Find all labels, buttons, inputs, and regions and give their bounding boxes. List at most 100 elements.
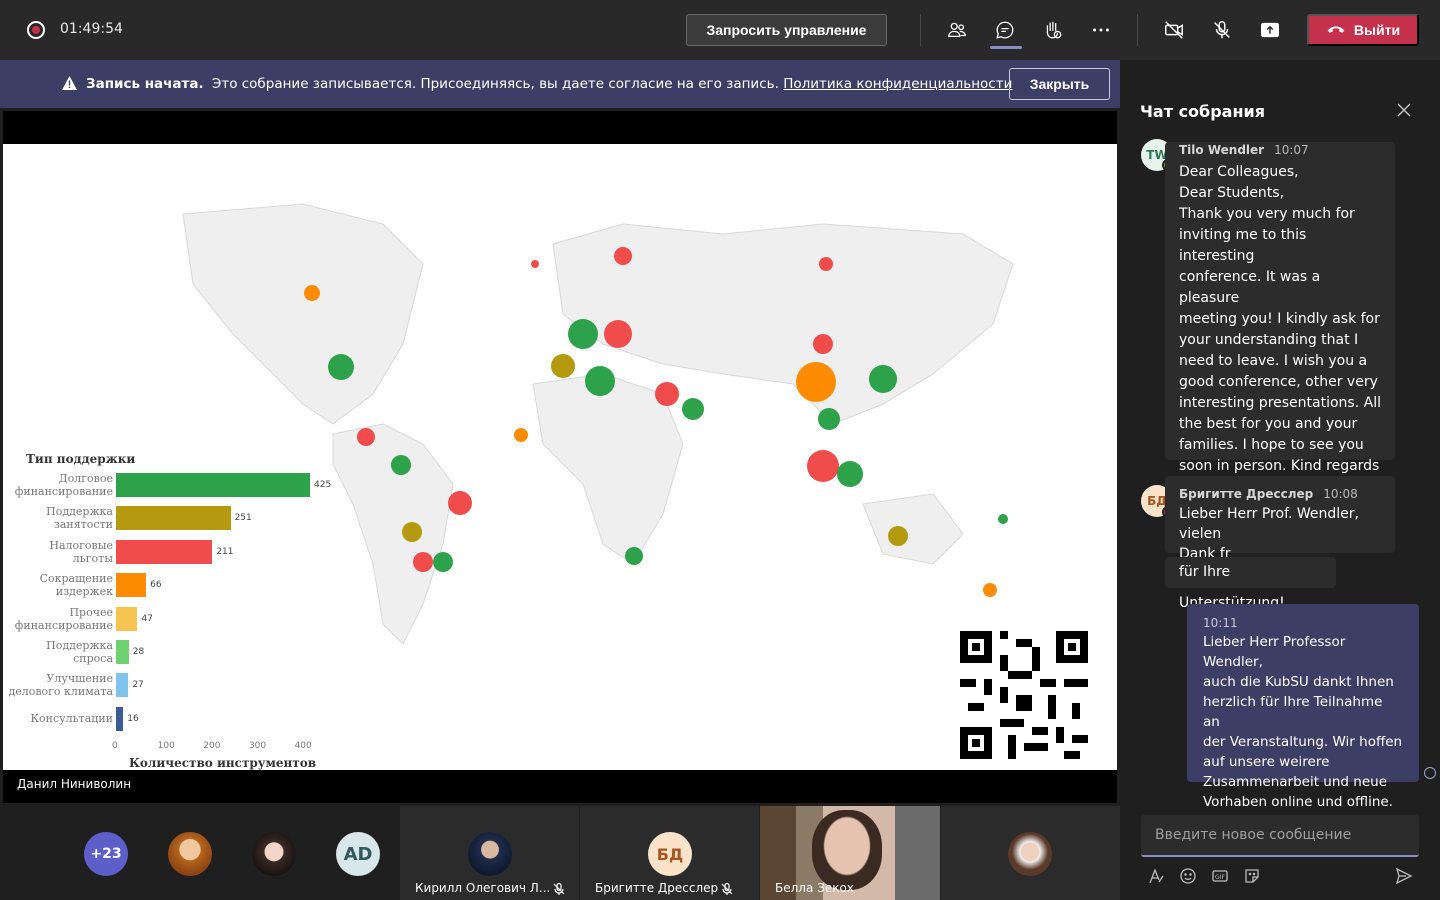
chat-title: Чат собрания	[1140, 102, 1266, 121]
send-icon[interactable]	[1394, 866, 1414, 886]
participant-name: Белла Зекох	[775, 881, 854, 895]
message-author: Tilo Wendler	[1179, 143, 1265, 157]
participant-avatar	[1008, 832, 1052, 876]
message-line: need to leave. I wish you a	[1179, 353, 1368, 369]
message-line: Dear Colleagues,	[1179, 164, 1299, 180]
message-time: 10:11	[1203, 616, 1238, 630]
message-line: herzlich für Ihre Teilnahme an	[1203, 694, 1383, 730]
bar-category-label-line: Налоговые	[49, 538, 113, 552]
camera-off-icon[interactable]	[1160, 16, 1188, 44]
bar	[116, 573, 147, 598]
mic-off-icon	[721, 882, 733, 895]
participant-video-tile[interactable]: Белла Зекох	[760, 806, 940, 900]
bar-category-label: Налоговые льготы	[3, 539, 113, 565]
message-line: good conference, other very	[1179, 374, 1378, 390]
format-icon[interactable]	[1146, 866, 1166, 886]
participant-name: Бригитте Дресслер	[595, 881, 719, 895]
bar-value-label: 27	[132, 680, 144, 691]
own-chat-message: 10:11 Lieber Herr Professor Wendler, auch…	[1187, 604, 1419, 810]
meeting-toolbar: 01:49:54 Запросить управление Выйти	[0, 0, 1440, 60]
chat-icon[interactable]	[991, 16, 1019, 44]
bar-category-label-line: Улучшение	[46, 672, 113, 686]
new-message-input[interactable]	[1141, 815, 1419, 855]
bar	[116, 706, 124, 731]
recording-notice-title: Запись начата.	[86, 76, 204, 92]
bar-category-label: Поддержка спроса	[3, 639, 113, 665]
participant-tile[interactable]	[941, 806, 1120, 900]
message-line: Vorhaben online und offline.	[1203, 794, 1393, 810]
participant-tile[interactable]: БД Бригитте Дресслер	[580, 806, 759, 900]
bar-category-label: Сокращение издержек	[3, 572, 113, 598]
chart-title: Тип поддержки	[26, 452, 136, 466]
bar-category-label: Долговое финансирование	[3, 472, 113, 498]
bar-category-label: Прочее финансирование	[3, 606, 113, 632]
bar-category-label-line: Прочее	[69, 605, 113, 619]
leave-meeting-button[interactable]: Выйти	[1307, 14, 1419, 46]
privacy-policy-link[interactable]: Политика конфиденциальности	[783, 76, 1012, 92]
message-line: your understanding that I	[1179, 332, 1359, 348]
bar-category-label-line: финансирование	[14, 485, 113, 498]
bar-category-label-line: Сокращение	[39, 572, 113, 586]
toolbar-divider	[920, 14, 921, 46]
message-line: Lieber Herr Prof. Wendler, vielen	[1179, 506, 1359, 542]
chat-active-indicator	[990, 46, 1022, 49]
participant-avatar[interactable]	[252, 832, 296, 876]
emoji-icon[interactable]	[1178, 866, 1198, 886]
x-axis-tick-label: 0	[112, 741, 118, 751]
x-axis-tick-label: 100	[157, 741, 175, 751]
sticker-icon[interactable]	[1242, 866, 1262, 886]
bar-category-label-line: Долговое	[58, 472, 113, 485]
message-line: Lieber Herr Professor Wendler,	[1203, 634, 1346, 670]
message-line: soon in person. Kind regards	[1179, 458, 1380, 474]
message-line: conference. It was a pleasure	[1179, 269, 1321, 306]
message-line: interesting presentations. All	[1179, 395, 1381, 411]
bar	[116, 473, 310, 497]
bar	[116, 506, 231, 531]
participant-avatar	[468, 832, 512, 876]
seen-receipt-icon	[1424, 767, 1436, 779]
participants-icon[interactable]	[943, 16, 971, 44]
x-axis-tick-label: 300	[248, 741, 267, 751]
participant-avatar[interactable]	[168, 832, 212, 876]
more-participants-button[interactable]: +23	[84, 832, 128, 876]
bar-category-label-line: Поддержка	[46, 639, 113, 652]
close-chat-icon[interactable]	[1396, 102, 1412, 118]
bar-category-label-line: льготы	[72, 551, 113, 565]
presentation-slide: Тип поддержки Долговое финансирование 425 П…	[3, 144, 1117, 770]
message-time: 10:07	[1274, 143, 1309, 157]
message-line: Zusammenarbeit und neue	[1203, 774, 1388, 790]
bar	[116, 673, 129, 698]
bar-category-label-line: спроса	[73, 652, 113, 665]
bar	[116, 640, 129, 664]
chart-x-axis-label: Количество инструментов	[129, 756, 317, 770]
bar	[116, 606, 138, 631]
bar-category-label: Улучшение делового климата	[3, 672, 113, 698]
message-line: Dear Students,	[1179, 185, 1285, 201]
message-line: auch die KubSU dankt Ihnen	[1203, 674, 1394, 690]
bar-value-label: 16	[127, 713, 139, 724]
mic-off-icon[interactable]	[1208, 16, 1236, 44]
message-line: auf unsere weirere	[1203, 754, 1330, 770]
recording-notice: Запись начата. Это собрание записывается…	[86, 76, 1012, 92]
participant-tile[interactable]: Кирилл Олегович Л...	[400, 806, 579, 900]
request-control-button[interactable]: Запросить управление	[686, 14, 887, 46]
share-screen-icon[interactable]	[1256, 16, 1284, 44]
x-axis-tick-label: 200	[203, 741, 221, 751]
x-axis-tick-label: 400	[294, 741, 312, 751]
message-time: 10:08	[1323, 487, 1358, 501]
participant-video-feed	[812, 810, 882, 890]
bar-value-label: 211	[216, 546, 234, 557]
message-meta: Tilo Wendler 10:07	[1179, 142, 1381, 158]
bar	[116, 539, 213, 564]
message-line: families. I hope to see you	[1179, 437, 1364, 453]
participant-avatar[interactable]: AD	[336, 832, 380, 876]
message-line: inviting me to this interesting	[1179, 227, 1307, 264]
chat-message-followup: für Ihre Unterstützung!	[1165, 557, 1336, 611]
reactions-icon[interactable]	[1038, 16, 1066, 44]
gif-icon[interactable]: GIF	[1210, 866, 1230, 886]
close-banner-button[interactable]: Закрыть	[1009, 68, 1110, 100]
more-options-icon[interactable]	[1087, 16, 1115, 44]
leave-label: Выйти	[1353, 22, 1401, 38]
bar-category-label-line: издержек	[55, 585, 113, 599]
bar-value-label: 425	[314, 480, 332, 490]
